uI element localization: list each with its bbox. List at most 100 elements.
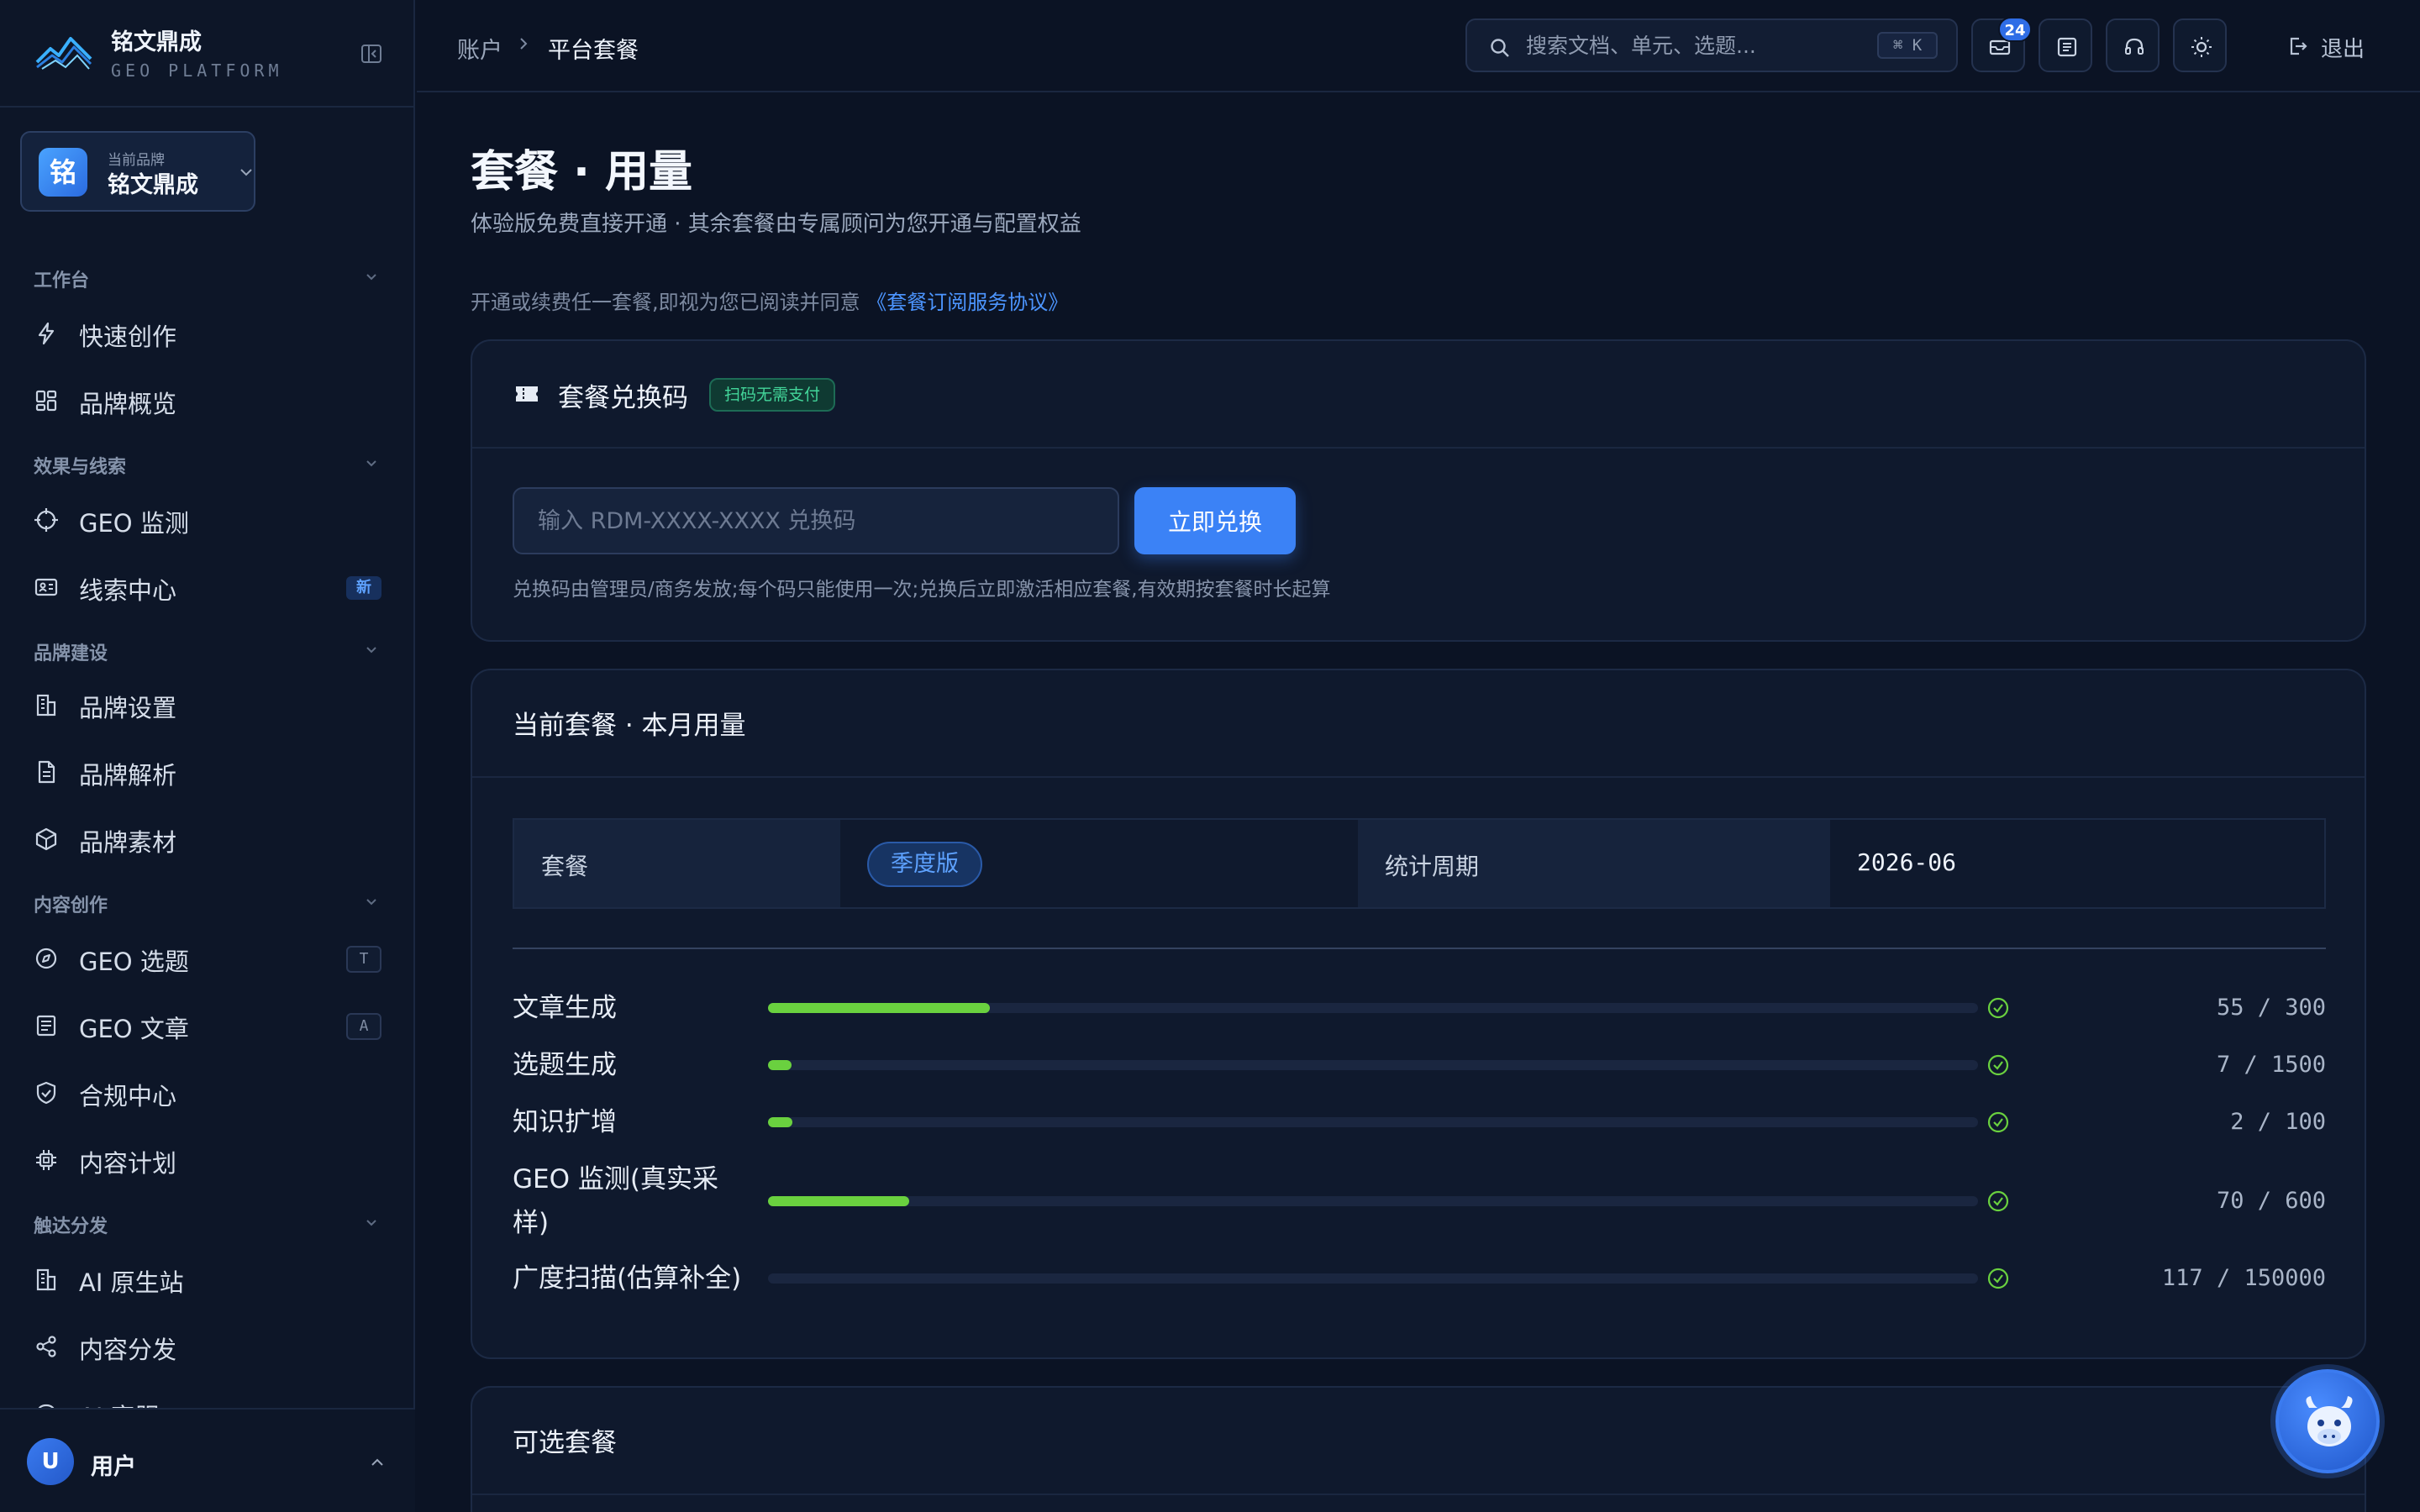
sun-icon (2191, 37, 2212, 57)
plan-badge: 季度版 (867, 842, 982, 887)
page-subtitle: 体验版免费直接开通 · 其余套餐由专属顾问为您开通与配置权益 (471, 212, 1081, 237)
building-icon (36, 694, 56, 717)
nav-section-results[interactable]: 效果与线索 (34, 452, 126, 479)
sidebar-item-content-plan[interactable]: 内容计划 (0, 1132, 415, 1186)
sidebar-item-label: 线索中心 (79, 576, 177, 605)
usage-card: 当前套餐 · 本月用量 套餐 季度版 统计周期 2026-06 文章生成 55 … (471, 669, 2366, 1359)
card-header: 套餐兑换码 扫码无需支付 (472, 341, 2365, 449)
redeem-code-input[interactable] (513, 487, 1119, 554)
nav-section-workbench[interactable]: 工作台 (34, 265, 89, 292)
plan-value-cell: 季度版 (840, 820, 1358, 907)
progress-fill (768, 1003, 990, 1013)
logo-icon (35, 37, 92, 70)
sidebar-item-geo-monitor[interactable]: GEO 监测 (0, 492, 415, 546)
progress-fill (768, 1196, 909, 1206)
sidebar-item-label: AI 客服 (79, 1398, 160, 1408)
check-circle-icon (1987, 1054, 2009, 1076)
usage-row: GEO 监测(真实采样) 70 / 600 (513, 1158, 2326, 1245)
sidebar-item-geo-topics[interactable]: GEO 选题 T (0, 931, 415, 984)
usage-row: 文章生成 55 / 300 (513, 986, 2326, 1030)
period-label-cell: 统计周期 (1358, 820, 1830, 907)
usage-title: 当前套餐 · 本月用量 (513, 711, 746, 741)
article-icon (36, 1015, 56, 1037)
page-title: 套餐 · 用量 (471, 147, 692, 197)
sidebar-item-label: GEO 文章 (79, 1015, 189, 1043)
nav-section-brand-building[interactable]: 品牌建设 (34, 638, 108, 665)
sidebar-item-label: GEO 监测 (79, 509, 189, 538)
agreement-link[interactable]: 《套餐订阅服务协议》 (866, 291, 1068, 314)
sidebar-item-label: 内容分发 (79, 1336, 177, 1364)
search-box[interactable]: ⌘ K (1465, 18, 1958, 72)
search-shortcut: ⌘ K (1877, 32, 1938, 59)
usage-value: 2 / 100 (2230, 1109, 2326, 1135)
document-icon (38, 760, 55, 784)
top-header: 账户 平台套餐 ⌘ K 24 退出 (417, 0, 2420, 92)
avatar: U (27, 1438, 74, 1485)
brand-switcher[interactable]: 铭 当前品牌 铭文鼎成 (20, 131, 255, 212)
breadcrumb-current: 平台套餐 (548, 38, 639, 64)
available-plans-card: 可选套餐 (471, 1386, 2366, 1512)
chip-icon (36, 1150, 56, 1170)
chevron-down-icon[interactable] (363, 269, 380, 286)
crosshair-icon (34, 508, 58, 532)
sidebar-item-ai-site[interactable]: AI 原生站 (0, 1252, 415, 1305)
sidebar-item-label: 品牌素材 (79, 828, 177, 857)
usage-value: 117 / 150000 (2161, 1265, 2326, 1291)
user-menu[interactable]: U 用户 (0, 1408, 415, 1512)
usage-label: 文章生成 (513, 993, 617, 1023)
share-icon (36, 1336, 56, 1357)
sidebar-item-ai-service[interactable]: AI 客服 (0, 1386, 415, 1408)
nav-section-distribution[interactable]: 触达分发 (34, 1211, 108, 1238)
assistant-fab[interactable] (2275, 1369, 2380, 1473)
period-label: 统计周期 (1385, 853, 1480, 880)
sidebar-item-content-distribution[interactable]: 内容分发 (0, 1319, 415, 1373)
logout-icon (2290, 37, 2307, 55)
shortcut-key: T (346, 946, 381, 973)
chevron-down-icon[interactable] (363, 894, 380, 911)
inbox-button[interactable]: 24 (1971, 17, 2032, 72)
plan-label-cell: 套餐 (514, 820, 840, 907)
divider (513, 948, 2326, 949)
sidebar-item-leads[interactable]: 线索中心 新 (0, 559, 415, 613)
sidebar-item-label: 内容计划 (79, 1149, 177, 1178)
sidebar-item-geo-articles[interactable]: GEO 文章 A (0, 998, 415, 1052)
logout-button[interactable]: 退出 (2287, 25, 2388, 67)
plan-label: 套餐 (541, 853, 589, 880)
usage-row: 广度扫描(估算补全) 117 / 150000 (513, 1257, 2326, 1300)
redeem-title: 套餐兑换码 (558, 383, 688, 413)
sidebar-collapse-icon[interactable] (360, 42, 383, 66)
user-name: 用户 (91, 1454, 136, 1480)
chevron-down-icon[interactable] (363, 1215, 380, 1231)
search-icon (1491, 39, 1509, 57)
sidebar-item-brand-overview[interactable]: 品牌概览 (0, 373, 415, 427)
chevron-down-icon (240, 169, 252, 176)
sidebar-item-brand-settings[interactable]: 品牌设置 (0, 677, 415, 731)
support-button[interactable] (2106, 18, 2160, 72)
progress-fill (768, 1117, 792, 1127)
theme-toggle-button[interactable] (2173, 18, 2227, 72)
sidebar-item-quick-create[interactable]: 快速创作 (0, 306, 415, 360)
lightning-icon (38, 322, 55, 345)
sidebar-item-compliance[interactable]: 合规中心 (0, 1065, 415, 1119)
docs-button[interactable] (2039, 18, 2092, 72)
logo-row: 铭文鼎成 GEO PLATFORM (0, 0, 415, 108)
sidebar-item-brand-analysis[interactable]: 品牌解析 (0, 744, 415, 798)
search-input[interactable] (1526, 29, 1845, 62)
chevron-down-icon[interactable] (363, 455, 380, 472)
compass-icon (35, 948, 57, 969)
sidebar-item-label: AI 原生站 (79, 1268, 184, 1297)
sidebar-item-label: 品牌设置 (79, 694, 177, 722)
logout-label: 退出 (2321, 37, 2365, 62)
sidebar-item-brand-assets[interactable]: 品牌素材 (0, 811, 415, 865)
nav-section-content-creation[interactable]: 内容创作 (34, 890, 108, 917)
sidebar-item-label: 品牌概览 (79, 390, 177, 418)
breadcrumb-account[interactable]: 账户 (457, 32, 502, 65)
usage-label: GEO 监测(真实采样) (513, 1164, 718, 1238)
period-value-cell: 2026-06 (1830, 820, 2324, 907)
progress-track (768, 1196, 1978, 1206)
chevron-down-icon[interactable] (363, 642, 380, 659)
brand-name: 铭文鼎成 (108, 172, 198, 198)
sidebar-item-label: 快速创作 (79, 323, 177, 351)
redeem-button[interactable]: 立即兑换 (1134, 487, 1296, 554)
plan-info-table: 套餐 季度版 统计周期 2026-06 (513, 818, 2326, 909)
